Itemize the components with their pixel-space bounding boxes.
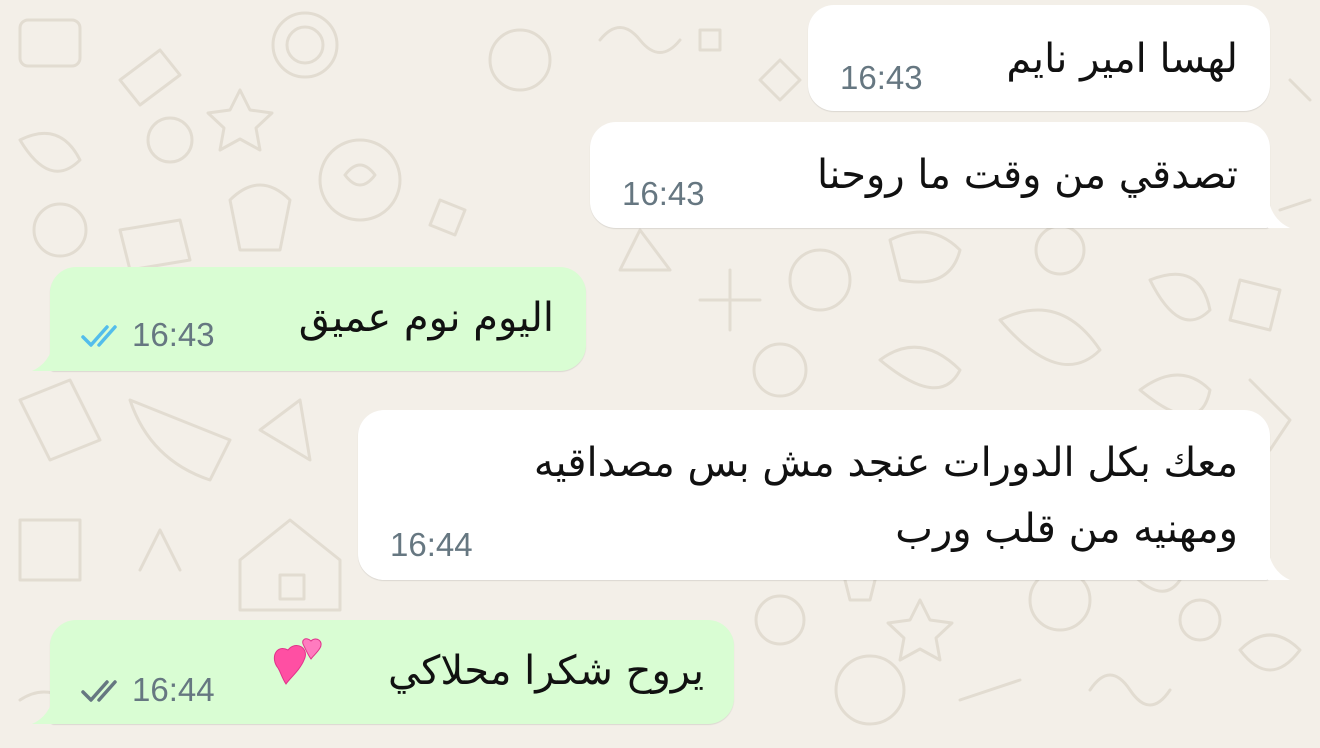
bubble-tail	[32, 694, 54, 724]
bubble-tail	[1268, 550, 1290, 580]
incoming-message[interactable]: لهسا امير نايم 16:43	[808, 5, 1270, 111]
message-text-line: معك بكل الدورات عنجد مش بس مصداقيه	[533, 440, 1238, 486]
bubble-tail	[32, 341, 54, 371]
message-text: لهسا امير نايم	[1006, 36, 1238, 82]
incoming-message[interactable]: معك بكل الدورات عنجد مش بس مصداقيه ومهني…	[358, 410, 1270, 580]
message-text: تصدقي من وقت ما روحنا	[817, 152, 1238, 198]
chat-conversation: لهسا امير نايم 16:43 تصدقي من وقت ما روح…	[0, 0, 1320, 748]
message-timestamp: 16:44	[132, 671, 215, 708]
two-hearts-emoji	[273, 638, 322, 685]
message-text: اليوم نوم عميق	[298, 295, 554, 341]
bubble-tail	[1268, 198, 1290, 228]
message-text-line: ومهنيه من قلب ورب	[895, 506, 1238, 552]
outgoing-message[interactable]: يروح شكرا محلاكي 16:44	[50, 620, 734, 724]
double-check-read-icon	[81, 325, 117, 347]
message-timestamp: 16:44	[390, 526, 473, 563]
incoming-message[interactable]: تصدقي من وقت ما روحنا 16:43	[590, 122, 1270, 228]
message-text: يروح شكرا محلاكي	[387, 648, 704, 694]
message-timestamp: 16:43	[840, 59, 923, 96]
message-timestamp: 16:43	[132, 316, 215, 353]
outgoing-message[interactable]: اليوم نوم عميق 16:43	[50, 267, 586, 371]
double-check-delivered-icon	[81, 680, 117, 702]
message-timestamp: 16:43	[622, 175, 705, 212]
